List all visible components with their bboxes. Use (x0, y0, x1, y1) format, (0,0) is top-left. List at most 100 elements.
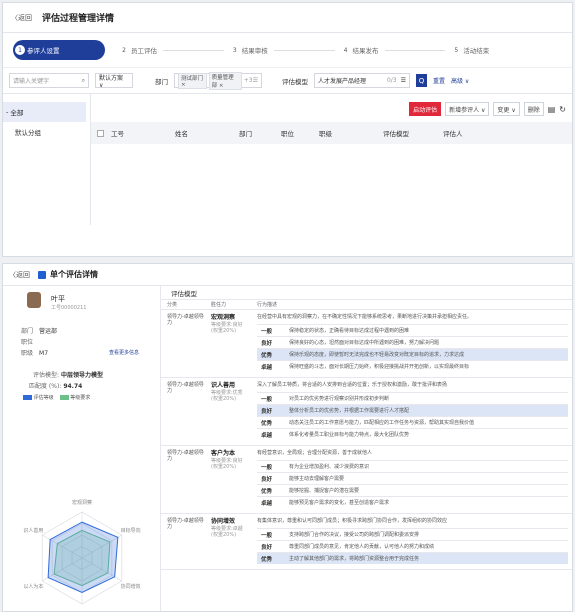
step-1[interactable]: 1 参评人设置 (13, 40, 105, 60)
competency-name: 识人善用 (211, 382, 236, 389)
level-row[interactable]: 良好 整体分析员工的优劣势，并根据工作需要进行人才搭配 (257, 404, 568, 416)
export-icon[interactable]: ▤ (548, 105, 556, 114)
filter-bar: 请输入关键字 ⌕ 默认方案 ∨ 部门 测试部门 × 质量管理部 × +3 ☰ 评… (3, 67, 572, 93)
delete-button[interactable]: 删除 (523, 102, 544, 116)
head-competency: 胜任力 (211, 302, 227, 308)
level-row[interactable]: 一般 保持稳定的状态，正确看待目标达成过程中遇到的困难 (257, 324, 568, 336)
model-value: 中层领导力模型 (61, 372, 104, 379)
level-row[interactable]: 一般 有为企业增加盈利、减少浪费的意识 (257, 460, 568, 472)
back-link[interactable]: 〈返回 (9, 270, 30, 280)
dept-tag[interactable]: 质量管理部 × (208, 71, 242, 90)
level-row[interactable]: 一般 对员工的优劣势进行观察识别并形成初步判断 (257, 392, 568, 404)
competency-name: 宏观洞察 (211, 314, 236, 321)
level-row[interactable]: 卓越 保持旺盛的斗志，面对长期压力始终，积极迎接挑战并开拓创新，以实现最终目标 (257, 360, 568, 372)
level-behavior: 保持良好的心态，坦然面对目标达成中所遇到的困难，努力解决问题 (289, 340, 440, 346)
radar-axis-label: 目标导向 (121, 527, 141, 534)
page-header: 〈返回 评估过程管理详情 (3, 3, 572, 33)
level-row[interactable]: 一般 支持跨部门合作的决议，接受公司的跨部门调配和委派安排 (257, 528, 568, 540)
level-name: 良好 (261, 408, 273, 415)
detail-body: 叶平 工号00000211 部门 营运部 职位 职级 M7 查看更多信息 评估模型:… (3, 286, 572, 611)
level-row[interactable]: 优秀 主动了解其他部门的需求，将跨部门资源整合用于完成任务 (257, 552, 568, 564)
more-info-link[interactable]: 查看更多信息 (109, 349, 139, 356)
level-row[interactable]: 卓越 体系化考量员工职业目标与能力特点，最大化团队优势 (257, 428, 568, 440)
col-evaluator: 评估人 (443, 130, 463, 138)
step-3[interactable]: 3 结果审核 (230, 45, 341, 55)
detail-title: 单个评估详情 (50, 270, 98, 279)
level-behavior: 能够主动去理解客户需要 (289, 476, 345, 482)
scheme-select[interactable]: 默认方案 ∨ (95, 73, 133, 89)
level-row[interactable]: 良好 尊重同部门成员的意见，肯定他人的贡献，认可他人的努力和成绩 (257, 540, 568, 552)
search-icon: ⌕ (81, 76, 85, 84)
dept-tag[interactable]: 测试部门 × (178, 72, 207, 89)
employee-id: 工号00000211 (51, 305, 87, 311)
list-icon: ☰ (400, 77, 406, 84)
select-all-checkbox[interactable] (97, 129, 104, 137)
radar-axis-label: 以人为本 (23, 583, 43, 590)
step-label: 活动结束 (463, 47, 490, 55)
advanced-link[interactable]: 高级 ∨ (451, 76, 469, 85)
dept-label: 部门 (21, 328, 34, 335)
employee-card: 叶平 工号00000211 部门 营运部 职位 职级 M7 查看更多信息 评估模型:… (3, 286, 161, 611)
back-link[interactable]: 〈返回 (11, 13, 32, 23)
reset-link[interactable]: 重置 (433, 76, 445, 85)
step-4[interactable]: 4 结果发布 (341, 45, 452, 55)
refresh-icon[interactable]: ↻ (559, 105, 566, 114)
add-participant-button[interactable]: 新增参评人 ∨ (445, 102, 490, 116)
search-placeholder: 请输入关键字 (13, 78, 50, 85)
model-label: 评估模型: (33, 372, 60, 379)
process-stepper: 1 参评人设置 2 员工评估 3 结果审核 4 结果发布 5 活动结束 (3, 33, 572, 67)
step-divider (163, 49, 224, 51)
group-tree: - 全部 默认分组 (3, 94, 91, 225)
level-row[interactable]: 优秀 保持乐观的态度，即使暂时无法完成也不轻易改变对既定目标的追求，力求达成 (257, 348, 568, 360)
search-input[interactable]: 请输入关键字 ⌕ (9, 73, 89, 88)
level-behavior: 对员工的优劣势进行观察识别并形成初步判断 (289, 396, 390, 402)
level-row[interactable]: 良好 能够主动去理解客户需要 (257, 472, 568, 484)
level-name: 一般 (261, 532, 273, 539)
competency-groups: 领导力-卓越领导力 宏观洞察 等级要求:良好 (权重20%) 在经营中具有宏观的… (161, 310, 572, 570)
change-button[interactable]: 变更 ∨ (493, 102, 520, 116)
page-title: 评估过程管理详情 (42, 14, 115, 24)
competency-name: 协同增效 (211, 518, 236, 525)
competency-description: 在经营中具有宏观的洞察力，在不确定性情况下能够系统思考，果断地进行决策并承担相应… (257, 314, 473, 320)
position-label: 职位 (21, 339, 34, 346)
avatar (27, 292, 41, 308)
competency-group: 领导力-卓越领导力 宏观洞察 等级要求:良好 (权重20%) 在经营中具有宏观的… (161, 310, 572, 378)
level-row[interactable]: 良好 保持良好的心态，坦然面对目标达成中所遇到的困难，努力解决问题 (257, 336, 568, 348)
level-name: 卓越 (261, 500, 273, 507)
legend-eval: 评估等级 (23, 394, 54, 401)
tree-node-all[interactable]: - 全部 (3, 102, 86, 122)
level-name: 卓越 (261, 432, 273, 439)
group-competency: 客户为本 等级要求:良好 (权重20%) (211, 450, 256, 471)
level-row[interactable]: 优秀 动态关注员工的工作意愿与能力，匹配相应的工作任务与资源，帮助其实现自我价值 (257, 416, 568, 428)
model-title: 评估模型 (161, 286, 572, 300)
level-row[interactable]: 卓越 能够预见客户需求的变化，甚至创造客户需求 (257, 496, 568, 508)
level-behavior: 保持旺盛的斗志，面对长期压力始终，积极迎接挑战并开拓创新，以实现最终目标 (289, 364, 470, 370)
level-name: 优秀 (261, 556, 273, 563)
competency-description: 有经营意识，全局观；合理分配资源，善于成就他人 (257, 450, 373, 456)
tree-node-default[interactable]: 默认分组 (3, 122, 90, 142)
dept-label: 部门 (155, 77, 168, 86)
step-5[interactable]: 5 活动结束 (451, 45, 562, 56)
radar-axis-label: 宏观洞察 (72, 499, 92, 506)
step-2[interactable]: 2 员工评估 (119, 45, 230, 55)
title-icon (38, 270, 46, 279)
step-label: 参评人设置 (27, 47, 60, 55)
level-name: 优秀 (261, 488, 273, 495)
start-evaluation-button[interactable]: 启动评估 (409, 102, 442, 116)
level-value: M7 (39, 350, 49, 357)
step-label: 结果发布 (352, 47, 379, 55)
level-behavior: 主动了解其他部门的需求，将跨部门资源整合用于完成任务 (289, 556, 420, 562)
list-area: - 全部 默认分组 启动评估 新增参评人 ∨ 变更 ∨ 删除 ▤ ↻ 工号 姓名 … (3, 93, 572, 225)
competency-radar-chart: 宏观洞察目标导向协同增效影响决策以人为本识人善用 (23, 499, 141, 605)
model-count: 0/3 (386, 77, 397, 84)
dept-select[interactable]: 测试部门 × 质量管理部 × +3 ☰ (174, 71, 262, 90)
expand-icon[interactable]: - (6, 108, 8, 116)
search-button[interactable]: Q (416, 74, 427, 87)
group-category: 领导力-卓越领导力 (167, 450, 204, 462)
col-level: 职级 (319, 130, 332, 138)
level-row[interactable]: 优秀 能够挖掘、捕捉客户的潜在需要 (257, 484, 568, 496)
level-name: 良好 (261, 544, 273, 551)
table-header: 工号 姓名 部门 职位 职级 评估模型 评估人 (91, 122, 572, 144)
model-select[interactable]: 人才发展产品经理 0/3 ☰ (314, 73, 410, 88)
step-number: 4 (343, 46, 348, 54)
